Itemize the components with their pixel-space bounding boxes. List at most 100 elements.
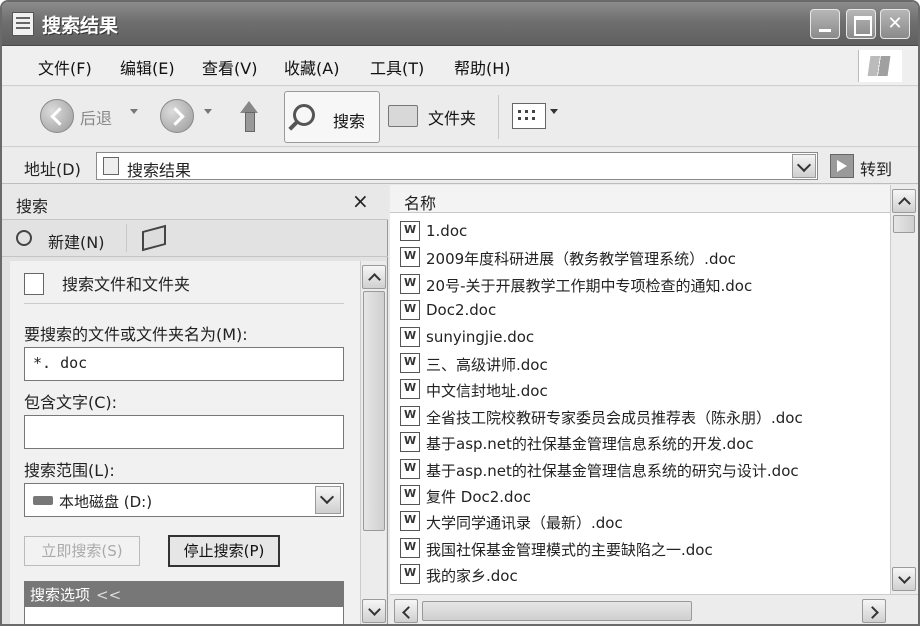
window-title: 搜索结果 bbox=[42, 15, 119, 37]
scroll-thumb[interactable] bbox=[893, 215, 915, 233]
look-in-value: 本地磁盘 (D:) bbox=[59, 493, 153, 511]
word-document-icon bbox=[400, 247, 420, 268]
file-name: 1.doc bbox=[426, 222, 468, 240]
disk-drive-icon bbox=[33, 496, 53, 505]
scroll-up-button[interactable] bbox=[892, 189, 916, 213]
minimize-button[interactable] bbox=[810, 9, 840, 39]
word-document-icon bbox=[400, 353, 420, 373]
filename-input[interactable]: *. doc bbox=[24, 347, 344, 381]
results-vertical-scrollbar[interactable] bbox=[890, 185, 918, 594]
pane-title: 搜索 bbox=[16, 197, 49, 216]
maximize-button[interactable] bbox=[846, 9, 876, 39]
search-form: 搜索文件和文件夹 要搜索的文件或文件夹名为(M): *. doc 包含文字(C)… bbox=[10, 261, 360, 624]
new-search-button[interactable]: 新建(N) bbox=[48, 229, 104, 253]
menu-help[interactable]: 帮助(H) bbox=[454, 55, 511, 79]
search-form-heading: 搜索文件和文件夹 bbox=[62, 275, 191, 294]
views-dropdown-icon[interactable] bbox=[550, 109, 558, 114]
forward-arrow-icon[interactable] bbox=[160, 99, 194, 133]
divider bbox=[24, 303, 344, 304]
close-button[interactable]: ✕ bbox=[880, 9, 910, 39]
file-name: 大学同学通讯录（最新）.doc bbox=[426, 514, 623, 533]
scroll-thumb[interactable] bbox=[363, 291, 385, 531]
contains-text-input[interactable] bbox=[24, 415, 344, 449]
file-name: 基于asp.net的社保基金管理信息系统的开发.doc bbox=[426, 435, 754, 454]
folders-button[interactable]: 文件夹 bbox=[428, 105, 476, 129]
file-name: 我国社保基金管理模式的主要缺陷之一.doc bbox=[426, 540, 713, 559]
back-arrow-icon[interactable] bbox=[40, 99, 74, 133]
views-icon[interactable] bbox=[512, 103, 546, 129]
file-name: Doc2.doc bbox=[426, 301, 497, 320]
forward-dropdown-icon[interactable] bbox=[204, 109, 212, 114]
file-name: 中文信封地址.doc bbox=[426, 382, 548, 401]
menu-tools[interactable]: 工具(T) bbox=[370, 55, 424, 79]
back-dropdown-icon[interactable] bbox=[130, 109, 138, 114]
address-bar: 地址(D) 搜索结果 转到 bbox=[2, 148, 918, 184]
filename-label: 要搜索的文件或文件夹名为(M): bbox=[24, 325, 248, 344]
title-bar[interactable]: 搜索结果 ✕ bbox=[2, 2, 918, 46]
back-button[interactable]: 后退 bbox=[80, 105, 112, 129]
pane-header: 搜索 × bbox=[2, 185, 388, 219]
pane-toolbar: 新建(N) bbox=[2, 219, 388, 257]
word-document-icon bbox=[400, 432, 420, 453]
explorer-window: 搜索结果 ✕ 文件(F) 编辑(E) 查看(V) 收藏(A) 工具(T) 帮助(… bbox=[0, 0, 920, 626]
file-name: 三、高级讲师.doc bbox=[426, 356, 548, 374]
horizontal-scroll-thumb[interactable] bbox=[422, 601, 692, 621]
toolbar-separator bbox=[498, 95, 499, 139]
scroll-down-button[interactable] bbox=[892, 567, 916, 591]
search-now-button[interactable]: 立即搜索(S) bbox=[24, 536, 140, 566]
scroll-right-button[interactable] bbox=[862, 599, 886, 623]
go-arrow-icon[interactable] bbox=[830, 154, 854, 178]
new-search-icon[interactable] bbox=[16, 230, 32, 246]
name-column-header[interactable]: 名称 bbox=[390, 185, 890, 213]
search-files-icon bbox=[24, 273, 44, 295]
menu-file[interactable]: 文件(F) bbox=[38, 55, 92, 79]
look-in-select[interactable]: 本地磁盘 (D:) bbox=[24, 483, 344, 517]
search-options-header[interactable]: 搜索选项 << bbox=[24, 581, 344, 607]
word-document-icon bbox=[400, 405, 420, 426]
word-document-icon bbox=[400, 273, 420, 294]
results-list: 名称 1.doc 2009年度科研进展（教务教学管理系统）.doc 20号-关于开展… bbox=[390, 185, 890, 594]
word-document-icon bbox=[400, 326, 420, 347]
file-name: 20号-关于开展教学工作期中专项检查的通知.doc bbox=[426, 276, 753, 295]
search-button[interactable]: 搜索 bbox=[284, 91, 380, 143]
scroll-down-button[interactable] bbox=[362, 599, 386, 623]
go-button[interactable]: 转到 bbox=[860, 156, 892, 180]
word-document-icon bbox=[400, 221, 420, 241]
menu-favorites[interactable]: 收藏(A) bbox=[284, 55, 339, 79]
word-document-icon bbox=[400, 300, 420, 321]
collapse-chevron-icon[interactable]: << bbox=[96, 586, 121, 604]
search-companion-pane: 搜索 × 新建(N) 搜索文件和文件夹 要搜索的文件或文件夹名为(M): *. … bbox=[2, 185, 388, 624]
word-document-icon bbox=[400, 511, 420, 532]
search-options-label: 搜索选项 bbox=[30, 586, 91, 604]
scroll-up-button[interactable] bbox=[362, 265, 386, 289]
word-document-icon bbox=[400, 564, 420, 585]
folder-icon[interactable] bbox=[388, 105, 418, 127]
file-name: 我的家乡.doc bbox=[426, 567, 518, 586]
menu-bar: 文件(F) 编辑(E) 查看(V) 收藏(A) 工具(T) 帮助(H) bbox=[2, 46, 918, 86]
word-document-icon bbox=[400, 458, 420, 479]
help-book-icon[interactable] bbox=[142, 224, 166, 252]
word-document-icon bbox=[400, 485, 420, 505]
search-results-icon bbox=[12, 12, 34, 36]
stop-search-button[interactable]: 停止搜索(P) bbox=[168, 535, 280, 567]
address-input[interactable]: 搜索结果 bbox=[96, 152, 818, 180]
pane-scrollbar[interactable] bbox=[360, 261, 386, 624]
file-name: 复件 Doc2.doc bbox=[426, 488, 532, 506]
look-in-label: 搜索范围(L): bbox=[24, 461, 115, 480]
search-options-body bbox=[24, 607, 344, 624]
file-name: 全省技工院校教研专家委员会成员推荐表（陈永朋）.doc bbox=[426, 408, 803, 427]
address-dropdown-button[interactable] bbox=[792, 154, 816, 178]
look-in-dropdown-button[interactable] bbox=[315, 486, 341, 514]
menu-edit[interactable]: 编辑(E) bbox=[120, 55, 175, 79]
pane-close-button[interactable]: × bbox=[352, 189, 369, 213]
up-folder-icon[interactable] bbox=[234, 101, 264, 133]
magnifier-icon bbox=[293, 104, 315, 126]
results-horizontal-scrollbar[interactable] bbox=[390, 594, 918, 624]
word-document-icon bbox=[400, 537, 420, 558]
contains-text-label: 包含文字(C): bbox=[24, 393, 118, 412]
scroll-left-button[interactable] bbox=[394, 599, 418, 623]
standard-toolbar: 后退 搜索 文件夹 bbox=[2, 87, 918, 147]
windows-logo-icon bbox=[858, 50, 902, 82]
address-value: 搜索结果 bbox=[127, 161, 192, 180]
menu-view[interactable]: 查看(V) bbox=[202, 55, 257, 79]
